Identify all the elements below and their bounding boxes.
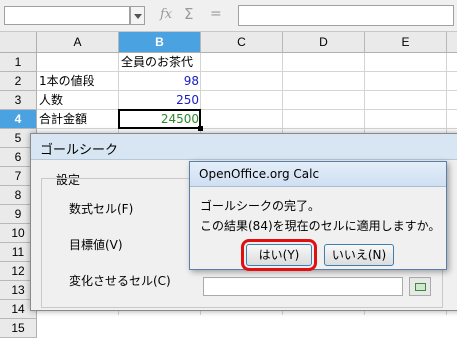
sum-icon[interactable]: Σ: [184, 5, 193, 23]
yes-button[interactable]: はい(Y): [241, 239, 317, 271]
goal-seek-title: ゴールシーク: [40, 143, 119, 158]
formula-cell-label: 数式セル(F): [69, 202, 134, 216]
row-header-4[interactable]: 4: [0, 110, 37, 129]
no-button[interactable]: いいえ(N): [324, 244, 394, 266]
variable-cell-input[interactable]: [203, 277, 403, 296]
cell-a4[interactable]: 合計金額: [37, 110, 119, 129]
variable-cell-label: 変化させるセル(C): [69, 274, 171, 288]
cell-a3[interactable]: 人数: [37, 91, 119, 110]
cell-b3[interactable]: 250: [119, 91, 201, 110]
confirm-dialog: OpenOffice.org Calc ゴールシークの完了。 この結果(84)を…: [189, 161, 447, 271]
cell-b1[interactable]: 全員のお茶代: [119, 53, 201, 72]
column-header-f[interactable]: [447, 32, 457, 53]
confirm-message-line2: この結果(84)を現在のセルに適用しますか。: [200, 219, 441, 233]
column-header-a[interactable]: A: [37, 32, 119, 53]
column-header-c[interactable]: C: [201, 32, 283, 53]
goal-seek-titlebar[interactable]: ゴールシーク: [31, 134, 457, 160]
confirm-message-line1: ゴールシークの完了。: [200, 199, 321, 213]
function-wizard-icon[interactable]: 𝑓x: [160, 7, 172, 22]
formula-toolbar: 𝑓x Σ =: [0, 0, 457, 32]
confirm-title: OpenOffice.org Calc: [199, 167, 320, 181]
cell-a2[interactable]: 1本の値段: [37, 72, 119, 91]
row-header-15[interactable]: 15: [0, 319, 37, 338]
row-header-2[interactable]: 2: [0, 72, 37, 91]
column-header-e[interactable]: E: [365, 32, 447, 53]
row-header-3[interactable]: 3: [0, 91, 37, 110]
name-box-dropdown[interactable]: [130, 6, 145, 25]
cell-b2[interactable]: 98: [119, 72, 201, 91]
column-header-b[interactable]: B: [119, 32, 201, 53]
shrink-dialog-icon[interactable]: [409, 277, 431, 296]
autofill-handle[interactable]: [198, 126, 203, 131]
function-icon[interactable]: =: [210, 6, 222, 22]
cell-cursor: [118, 109, 201, 129]
target-value-label: 目標値(V): [69, 238, 123, 252]
name-box[interactable]: [4, 6, 130, 25]
column-header-d[interactable]: D: [283, 32, 365, 53]
confirm-titlebar[interactable]: OpenOffice.org Calc: [190, 162, 446, 187]
row-header-1[interactable]: 1: [0, 53, 37, 72]
select-all-corner[interactable]: [0, 32, 37, 53]
formula-input[interactable]: [238, 5, 454, 26]
